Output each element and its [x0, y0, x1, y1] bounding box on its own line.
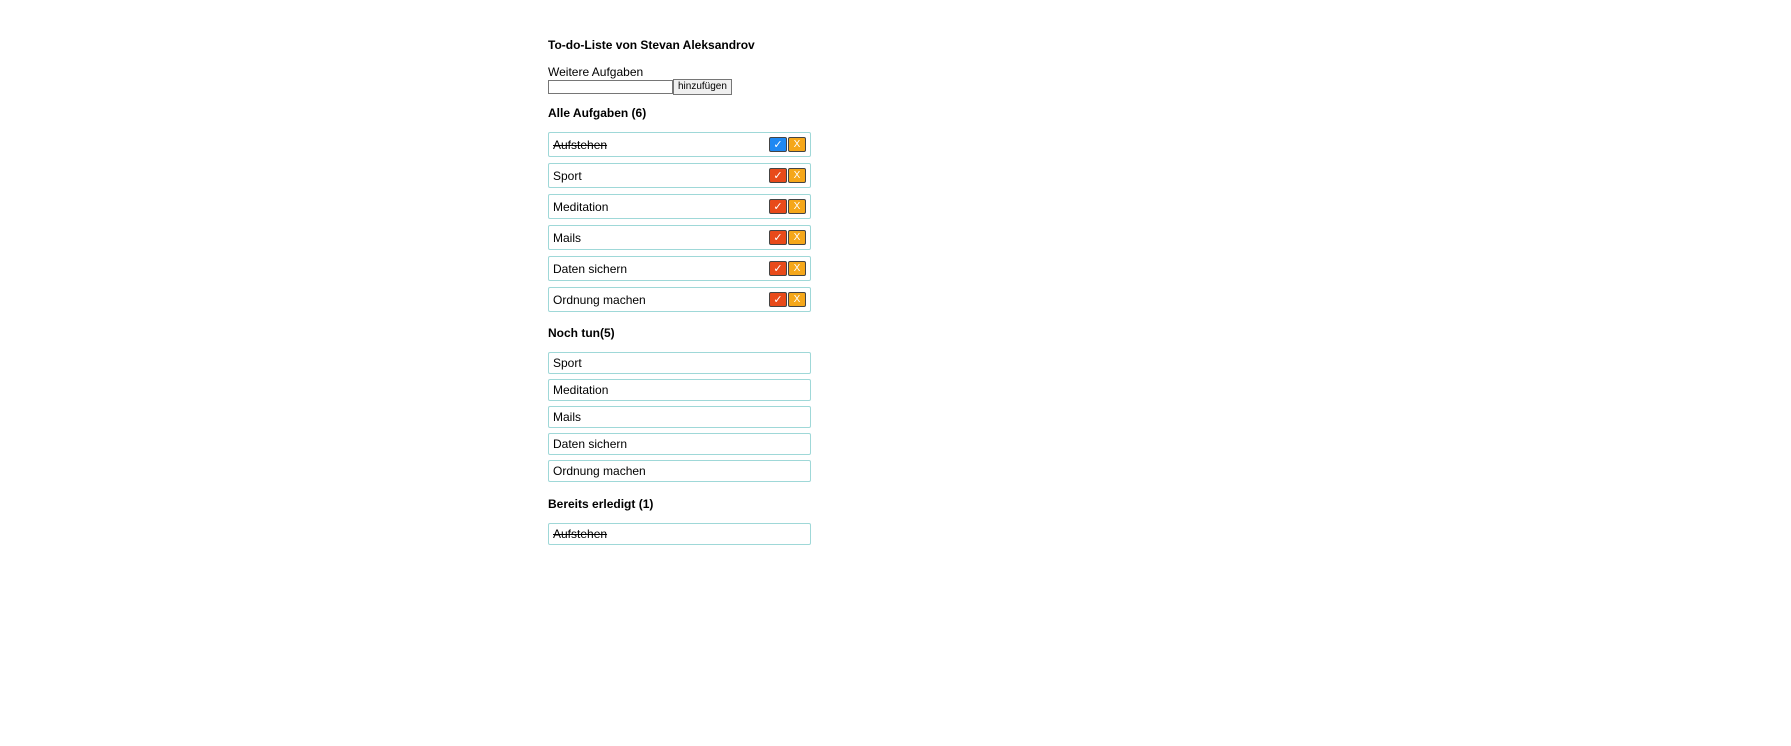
delete-button[interactable]: X: [788, 230, 806, 245]
task-label: Mails: [553, 230, 582, 245]
task-item: Mails ✓ X: [548, 225, 811, 250]
open-task-item: Daten sichern: [548, 433, 811, 455]
delete-button[interactable]: X: [788, 199, 806, 214]
task-label: Ordnung machen: [553, 292, 646, 307]
task-label: Aufstehen: [553, 137, 608, 152]
task-label: Sport: [553, 168, 582, 183]
task-item: Ordnung machen ✓ X: [548, 287, 811, 312]
add-task-label: Weitere Aufgaben: [548, 65, 644, 79]
open-task-item: Ordnung machen: [548, 460, 811, 482]
task-label: Aufstehen: [553, 527, 608, 541]
check-icon[interactable]: ✓: [769, 261, 787, 276]
task-label: Ordnung machen: [553, 464, 646, 478]
done-tasks-heading: Bereits erledigt (1): [548, 497, 654, 511]
open-tasks-heading: Noch tun(5): [548, 326, 615, 340]
all-tasks-list: Aufstehen ✓ X Sport ✓ X Meditation ✓ X M…: [548, 132, 818, 312]
task-label: Daten sichern: [553, 261, 628, 276]
task-item: Daten sichern ✓ X: [548, 256, 811, 281]
page-title: To-do-Liste von Stevan Aleksandrov: [548, 38, 755, 52]
task-item: Sport ✓ X: [548, 163, 811, 188]
delete-button[interactable]: X: [788, 168, 806, 183]
todo-app: To-do-Liste von Stevan Aleksandrov Weite…: [548, 30, 818, 550]
delete-button[interactable]: X: [788, 261, 806, 276]
check-icon[interactable]: ✓: [769, 137, 787, 152]
task-label: Meditation: [553, 199, 609, 214]
done-tasks-list: Aufstehen: [548, 523, 818, 545]
task-label: Meditation: [553, 383, 609, 397]
check-icon[interactable]: ✓: [769, 292, 787, 307]
task-label: Sport: [553, 356, 582, 370]
open-task-item: Meditation: [548, 379, 811, 401]
check-icon[interactable]: ✓: [769, 230, 787, 245]
task-item: Aufstehen ✓ X: [548, 132, 811, 157]
task-label: Daten sichern: [553, 437, 628, 451]
open-task-item: Sport: [548, 352, 811, 374]
check-icon[interactable]: ✓: [769, 199, 787, 214]
check-icon[interactable]: ✓: [769, 168, 787, 183]
task-item: Meditation ✓ X: [548, 194, 811, 219]
add-task-input[interactable]: [548, 80, 673, 94]
done-task-item: Aufstehen: [548, 523, 811, 545]
add-task-button[interactable]: hinzufügen: [673, 79, 732, 95]
delete-button[interactable]: X: [788, 137, 806, 152]
open-tasks-list: Sport Meditation Mails Daten sichern Ord…: [548, 352, 818, 482]
task-label: Mails: [553, 410, 582, 424]
all-tasks-heading: Alle Aufgaben (6): [548, 106, 647, 120]
add-task-row: hinzufügen: [548, 79, 818, 95]
open-task-item: Mails: [548, 406, 811, 428]
delete-button[interactable]: X: [788, 292, 806, 307]
